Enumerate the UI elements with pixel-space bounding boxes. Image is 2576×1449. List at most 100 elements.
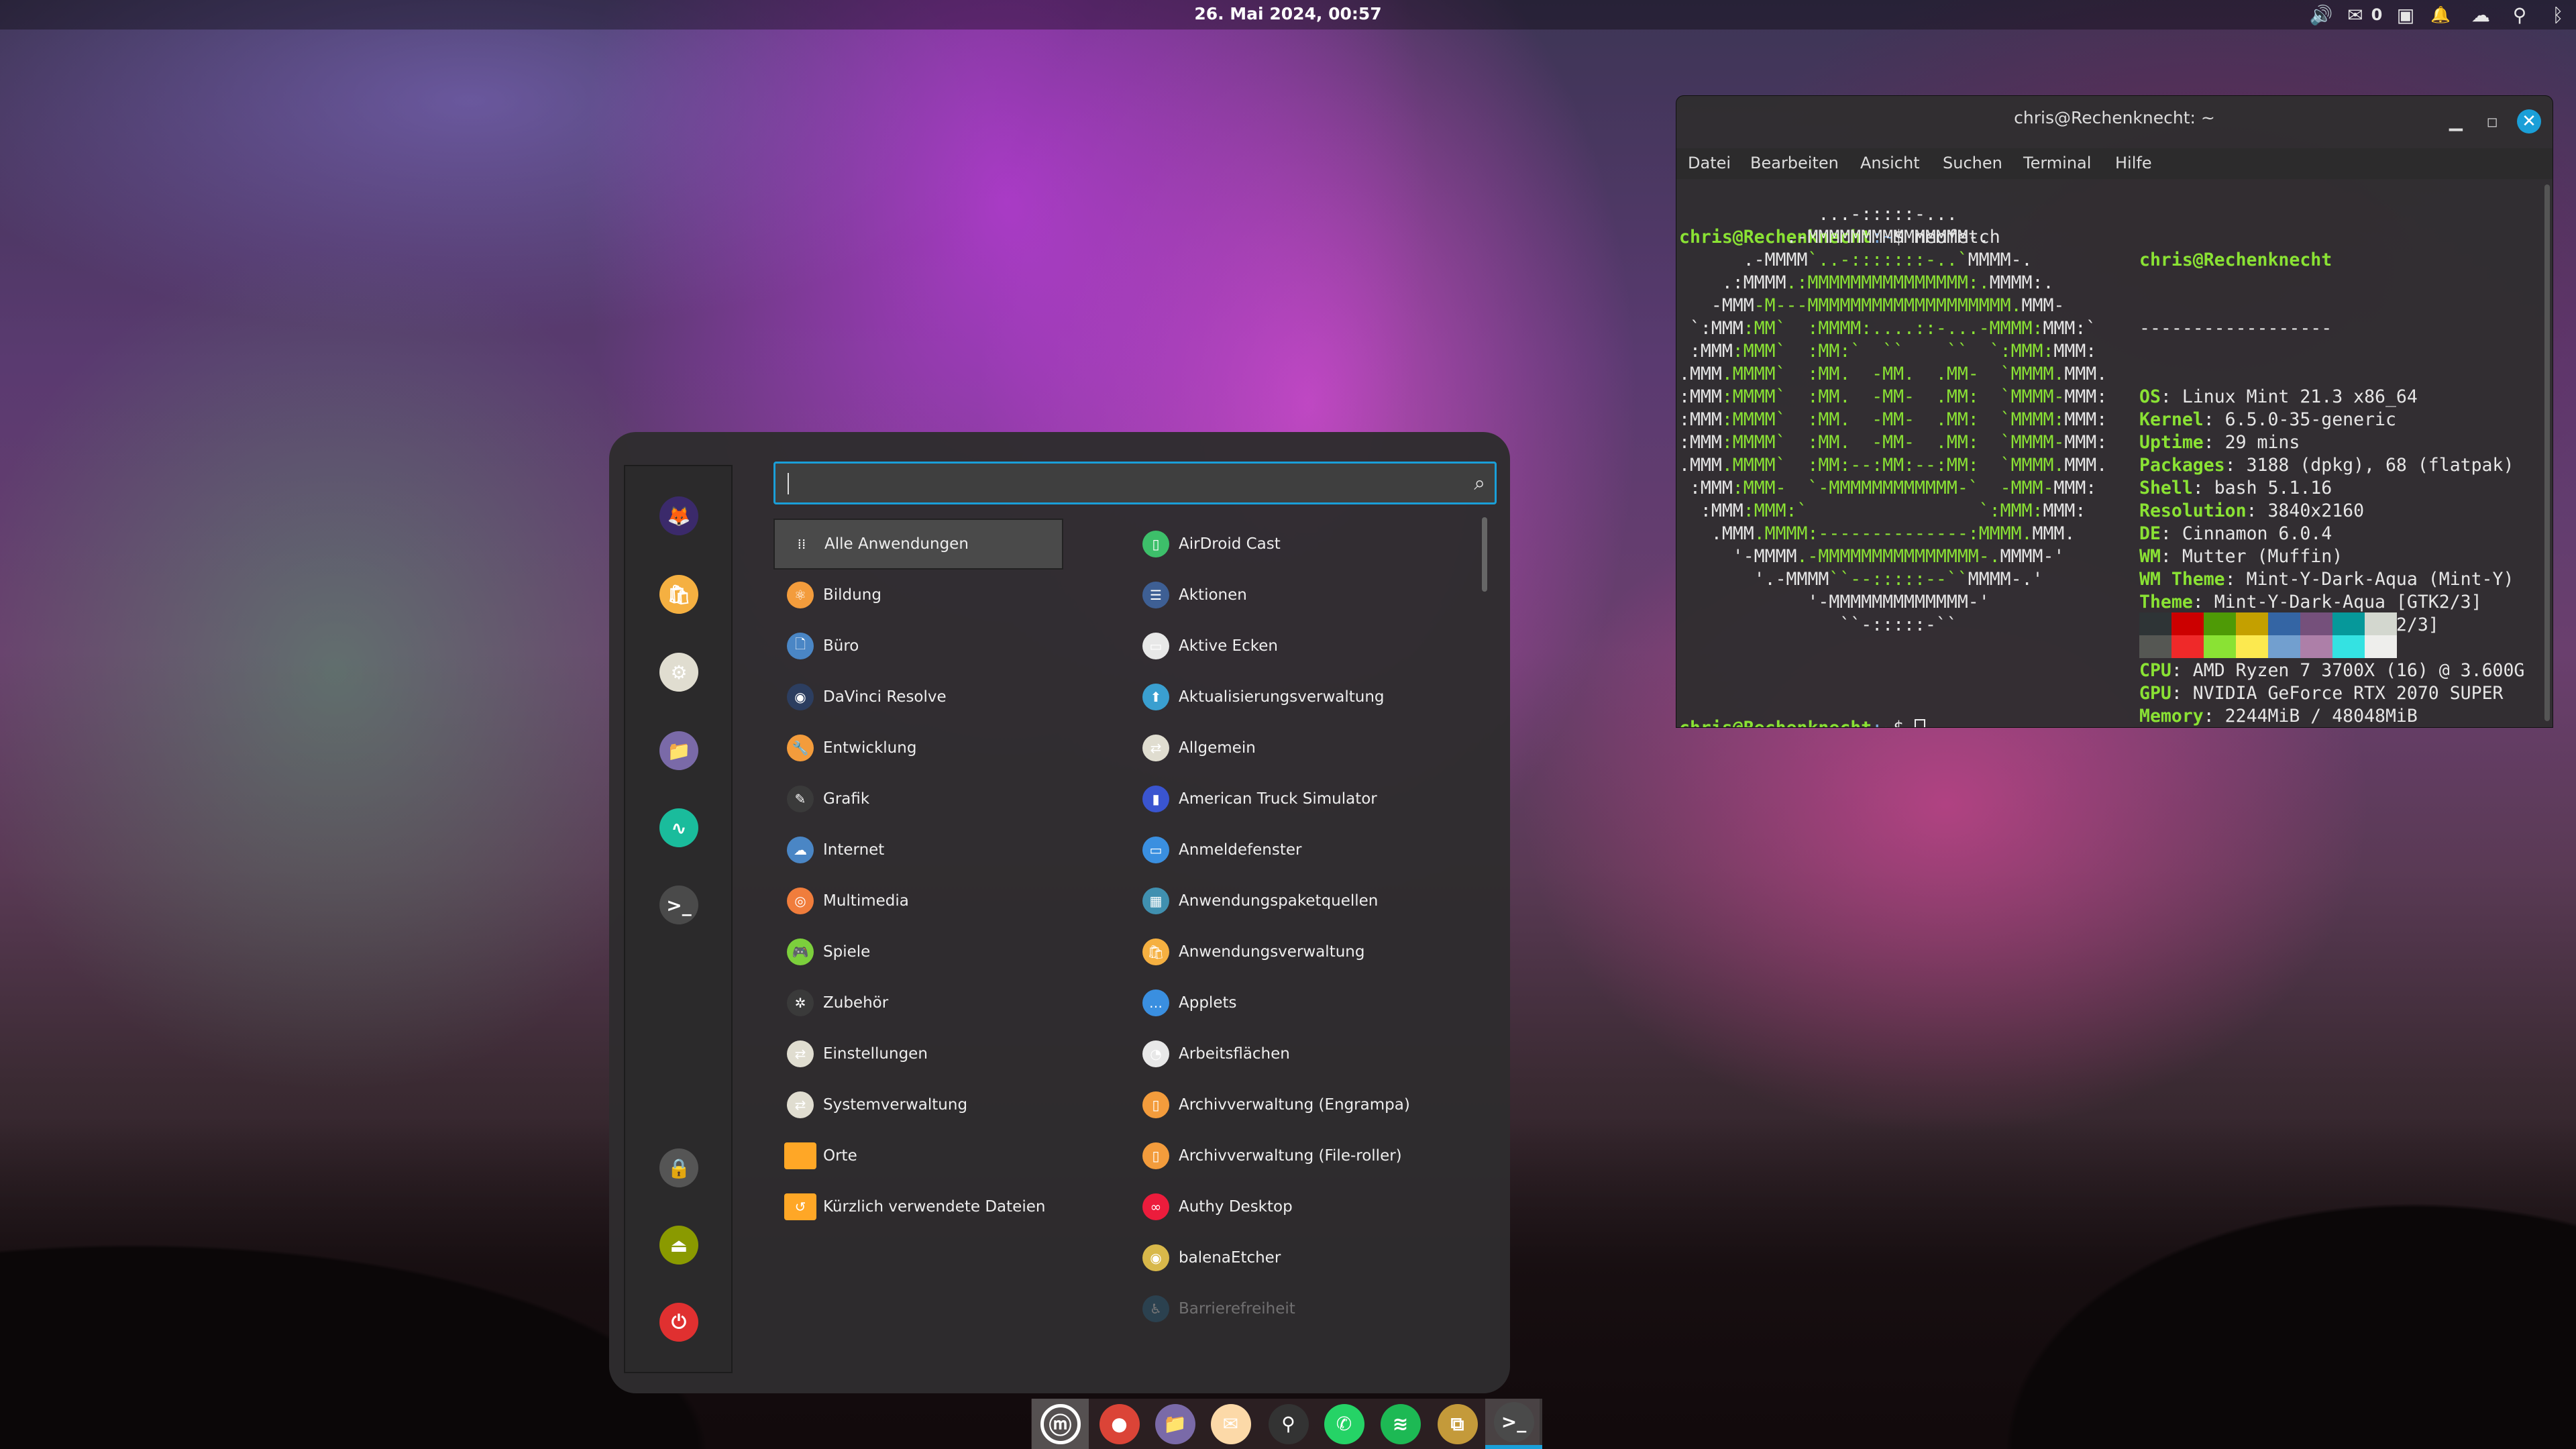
category-item[interactable]: 🎮 Spiele bbox=[773, 926, 1063, 977]
info-value: bash 5.1.16 bbox=[2214, 478, 2332, 498]
category-item[interactable]: ⇄ Systemverwaltung bbox=[773, 1079, 1063, 1130]
taskbar-files-button[interactable]: 📁 bbox=[1146, 1399, 1203, 1449]
color-swatch bbox=[2300, 635, 2332, 658]
clock[interactable]: 26. Mai 2024, 00:57 bbox=[0, 4, 2576, 23]
category-item[interactable]: ✲ Zubehör bbox=[773, 977, 1063, 1028]
category-item[interactable]: ☁ Internet bbox=[773, 824, 1063, 875]
sidebar-system-monitor-button[interactable]: ∿ bbox=[659, 808, 698, 847]
category-item[interactable]: ✎ Grafik bbox=[773, 773, 1063, 824]
firefox-icon: 🦊 bbox=[667, 504, 691, 527]
menu-terminal[interactable]: Terminal bbox=[2023, 154, 2091, 172]
category-item[interactable]: ◎ Multimedia bbox=[773, 875, 1063, 926]
search-input[interactable] bbox=[785, 469, 1442, 498]
sidebar-logout-button[interactable]: ⏏ bbox=[659, 1226, 698, 1265]
steam-icon[interactable]: ⚲ bbox=[2506, 4, 2533, 26]
sidebar-firefox-button[interactable]: 🦊 bbox=[659, 496, 698, 535]
authy-icon: ∞ bbox=[1142, 1193, 1169, 1220]
category-item[interactable]: ⁞⁞ Alle Anwendungen bbox=[773, 519, 1063, 570]
info-colon: : bbox=[2192, 592, 2214, 612]
category-item[interactable]: ⚛ Bildung bbox=[773, 570, 1063, 621]
app-item[interactable]: 🛍 Anwendungsverwaltung bbox=[1129, 926, 1464, 977]
sidebar-terminal-button[interactable]: >_ bbox=[659, 885, 698, 924]
menu-suchen[interactable]: Suchen bbox=[1943, 154, 2002, 172]
app-item[interactable]: ▯ Archivverwaltung (Engrampa) bbox=[1129, 1079, 1464, 1130]
bluetooth-icon[interactable]: ᛒ bbox=[2546, 4, 2569, 26]
category-item[interactable]: ⇄ Einstellungen bbox=[773, 1028, 1063, 1079]
category-item[interactable]: ◉ DaVinci Resolve bbox=[773, 672, 1063, 722]
accessibility-icon: ♿ bbox=[1142, 1295, 1169, 1322]
taskbar-virtualbox-button[interactable]: ⧉ bbox=[1429, 1399, 1486, 1449]
sidebar-software-manager-button[interactable]: 🛍 bbox=[659, 575, 698, 614]
app-item[interactable]: ▮ American Truck Simulator bbox=[1129, 773, 1464, 824]
terminal-window[interactable]: chris@Rechenknecht: ~ ▁ ◻ ✕ Datei Bearbe… bbox=[1676, 95, 2553, 728]
app-item[interactable]: ♿ Barrierefreiheit bbox=[1129, 1283, 1464, 1334]
network-icon[interactable]: ▣ bbox=[2392, 4, 2419, 26]
volume-icon[interactable]: 🔊 bbox=[2308, 4, 2334, 26]
internet-icon: ☁ bbox=[787, 837, 814, 863]
taskbar-chrome-button[interactable]: ● bbox=[1091, 1399, 1148, 1449]
taskbar-terminal-button[interactable]: >_ bbox=[1485, 1399, 1542, 1449]
menu-hilfe[interactable]: Hilfe bbox=[2115, 154, 2152, 172]
ascii-segment: MMM: bbox=[2064, 432, 2108, 453]
app-item[interactable]: ⬆ Aktualisierungsverwaltung bbox=[1129, 672, 1464, 722]
ascii-segment: :MMMM` :MM. -MM- .MM: `MMMM- bbox=[1721, 432, 2065, 453]
item-label: Aktive Ecken bbox=[1179, 637, 1278, 655]
ascii-line: .-MMMMMMMMMMMMMMM-. bbox=[1679, 226, 2107, 249]
menu-ansicht[interactable]: Ansicht bbox=[1860, 154, 1920, 172]
category-item[interactable]: 🔧 Entwicklung bbox=[773, 722, 1063, 773]
text-caret bbox=[788, 473, 789, 494]
sidebar-lock-screen-button[interactable]: 🔒 bbox=[659, 1148, 698, 1187]
app-item[interactable]: ⇄ Allgemein bbox=[1129, 722, 1464, 773]
menu-datei[interactable]: Datei bbox=[1688, 154, 1731, 172]
app-item[interactable]: ∞ Authy Desktop bbox=[1129, 1181, 1464, 1232]
truck-icon: ▮ bbox=[1142, 786, 1169, 812]
bell-icon[interactable]: 🔔 bbox=[2428, 4, 2453, 25]
info-colon: : bbox=[2192, 478, 2214, 498]
chrome-icon: ● bbox=[1099, 1403, 1140, 1444]
app-item[interactable]: … Applets bbox=[1129, 977, 1464, 1028]
minimize-button[interactable]: ▁ bbox=[2443, 108, 2469, 135]
app-item[interactable]: ▯ AirDroid Cast bbox=[1129, 519, 1464, 570]
cloud-icon[interactable]: ☁ bbox=[2466, 4, 2496, 26]
terminal-output[interactable]: chris@Rechenknecht:~$ neofetch ...-:::::… bbox=[1676, 179, 2553, 727]
scrollbar[interactable] bbox=[2544, 184, 2550, 721]
category-item[interactable]: ↺ Kürzlich verwendete Dateien bbox=[773, 1181, 1063, 1232]
info-value: 3840x2160 bbox=[2267, 500, 2365, 521]
info-separator: ------------------ bbox=[2139, 318, 2332, 339]
close-button[interactable]: ✕ bbox=[2517, 109, 2541, 133]
administration-icon: ⇄ bbox=[787, 1091, 814, 1118]
scrollbar[interactable] bbox=[1482, 517, 1487, 592]
taskbar-spotify-button[interactable]: ≋ bbox=[1372, 1399, 1429, 1449]
app-item[interactable]: ▦ Anwendungspaketquellen bbox=[1129, 875, 1464, 926]
search-box[interactable]: ⌕ bbox=[773, 462, 1497, 504]
app-item[interactable]: ◔ Arbeitsflächen bbox=[1129, 1028, 1464, 1079]
taskbar-whatsapp-button[interactable]: ✆ bbox=[1316, 1399, 1373, 1449]
item-label: Anwendungsverwaltung bbox=[1179, 943, 1365, 961]
prompt-sign: $ bbox=[1893, 718, 1915, 727]
menu-bearbeiten[interactable]: Bearbeiten bbox=[1750, 154, 1839, 172]
sidebar-files-button[interactable]: 📁 bbox=[659, 731, 698, 770]
info-colon: : bbox=[2224, 455, 2247, 476]
info-colon: : bbox=[2224, 569, 2247, 590]
ascii-segment: :MMM bbox=[1679, 341, 1733, 362]
sidebar-shutdown-button[interactable]: ⏻ bbox=[659, 1303, 698, 1342]
sidebar-settings-button[interactable]: ⚙ bbox=[659, 653, 698, 692]
ascii-line: ...-:::::-... bbox=[1679, 203, 2107, 226]
app-item[interactable]: ☰ Aktionen bbox=[1129, 570, 1464, 621]
maximize-button[interactable]: ◻ bbox=[2479, 108, 2506, 135]
item-label: Kürzlich verwendete Dateien bbox=[823, 1198, 1046, 1216]
app-item[interactable]: ▭ Aktive Ecken bbox=[1129, 621, 1464, 672]
taskbar-steam-button[interactable]: ⚲ bbox=[1260, 1399, 1317, 1449]
app-item[interactable]: ▯ Archivverwaltung (File-roller) bbox=[1129, 1130, 1464, 1181]
app-item[interactable]: ◉ balenaEtcher bbox=[1129, 1232, 1464, 1283]
info-value: 6.5.0-35-generic bbox=[2224, 409, 2396, 430]
favorites-sidebar: 🦊 🛍 ⚙ 📁 ∿ >_ 🔒 ⏏ ⏻ bbox=[624, 465, 733, 1373]
category-item[interactable]: 🗋 Büro bbox=[773, 621, 1063, 672]
mail-icon[interactable]: ✉ bbox=[2343, 4, 2368, 26]
spotify-icon: ≋ bbox=[1380, 1403, 1421, 1444]
taskbar-mint-menu-button[interactable]: ⓜ bbox=[1032, 1399, 1089, 1449]
info-key: Memory bbox=[2139, 706, 2204, 727]
category-item[interactable]: Orte bbox=[773, 1130, 1063, 1181]
app-item[interactable]: ▭ Anmeldefenster bbox=[1129, 824, 1464, 875]
taskbar-mail-button[interactable]: ✉ bbox=[1202, 1399, 1259, 1449]
